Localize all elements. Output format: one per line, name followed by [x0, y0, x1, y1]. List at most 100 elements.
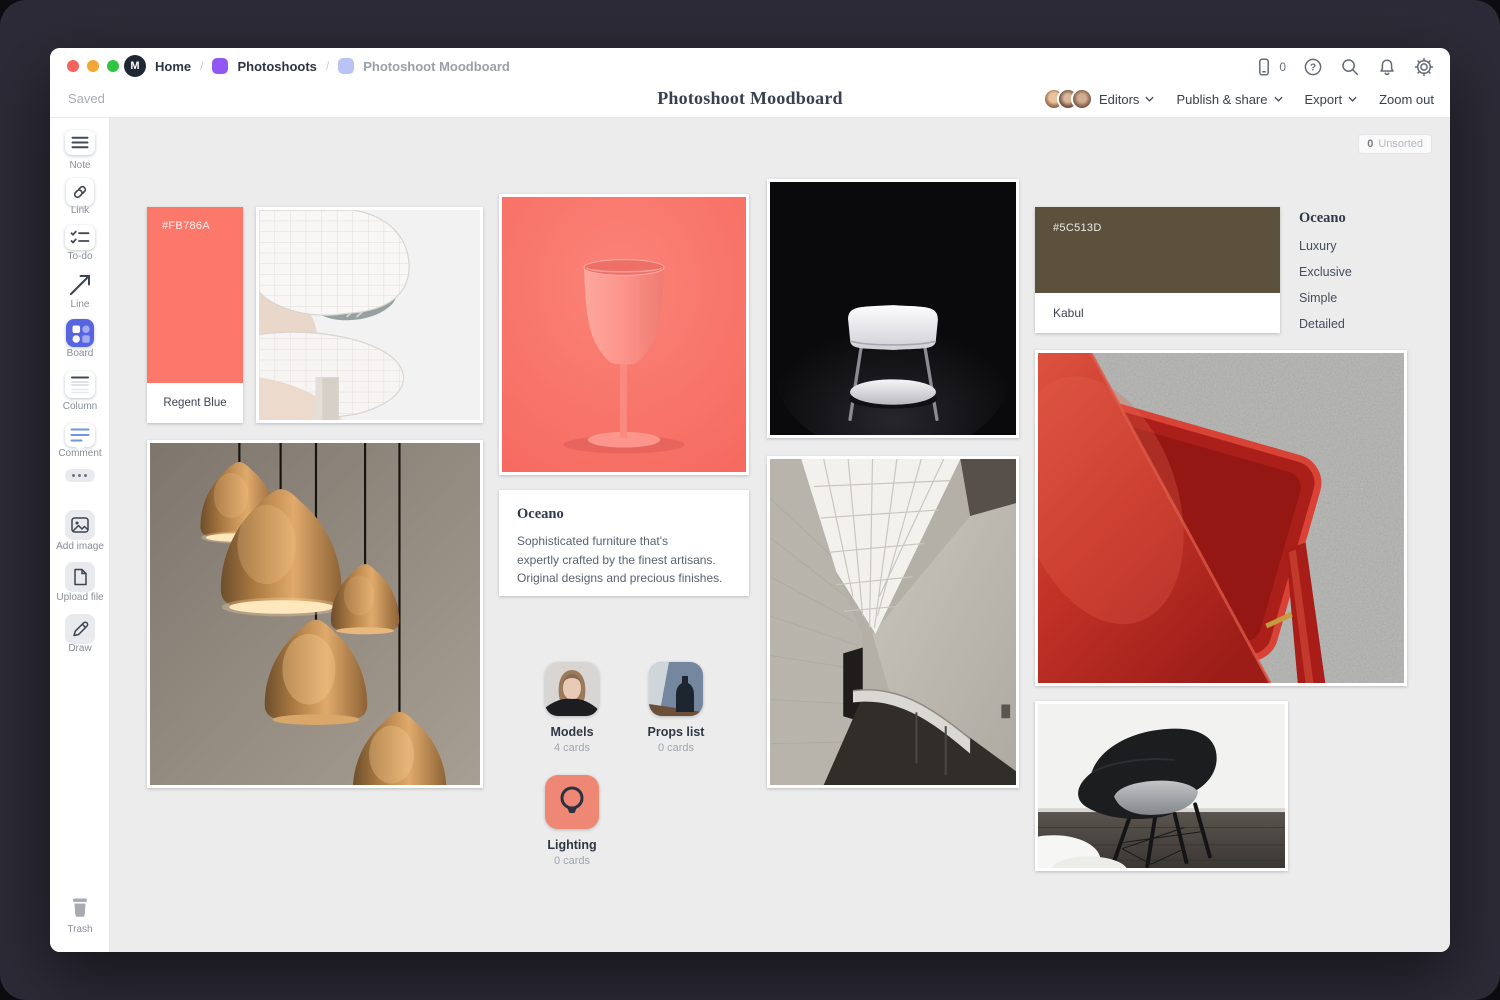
board-tool-button[interactable]	[66, 319, 94, 347]
comment-icon	[65, 423, 95, 447]
avatar	[1071, 88, 1093, 110]
trash-icon	[67, 894, 93, 920]
unsorted-count: 0	[1367, 138, 1373, 150]
color-name-label: Regent Blue	[147, 383, 243, 423]
help-icon[interactable]: ?	[1303, 57, 1323, 77]
list-item: Detailed	[1299, 317, 1449, 331]
todo-tool-button[interactable]	[65, 225, 95, 250]
breadcrumb-separator: /	[200, 59, 203, 73]
breadcrumb-home[interactable]: Home	[155, 59, 191, 74]
mobile-uploads-button[interactable]: 0	[1254, 57, 1286, 77]
board-link-models[interactable]: Models 4 cards	[517, 662, 627, 754]
image-card-red-chair[interactable]	[1035, 350, 1407, 686]
color-hex-label: #5C513D	[1035, 207, 1280, 234]
list-item: Luxury	[1299, 239, 1449, 253]
moodboard-board-icon[interactable]	[338, 58, 354, 74]
line-tool-label: Line	[50, 299, 110, 310]
mobile-phone-icon	[1254, 57, 1274, 77]
column-tool-button[interactable]	[65, 371, 95, 398]
black-chair-image	[1038, 704, 1285, 868]
publish-share-label: Publish & share	[1176, 92, 1267, 107]
todo-tool-label: To-do	[50, 251, 110, 262]
zoom-out-label: Zoom out	[1379, 92, 1434, 107]
color-hex-label: #FB786A	[147, 207, 243, 232]
more-dots-icon	[65, 469, 95, 482]
text-card-oceano-list[interactable]: Oceano Luxury Exclusive Simple Detailed	[1299, 210, 1449, 331]
board-count: 0 cards	[517, 855, 627, 867]
board-link-lighting[interactable]: Lighting 0 cards	[517, 775, 627, 867]
more-tools-button[interactable]	[65, 469, 95, 482]
notifications-bell-icon[interactable]	[1377, 57, 1397, 77]
chevron-down-icon	[1274, 96, 1283, 102]
link-tool-label: Link	[50, 205, 110, 216]
photoshoots-board-icon[interactable]	[212, 58, 228, 74]
minimize-window-icon[interactable]	[87, 60, 99, 72]
list-item: Simple	[1299, 291, 1449, 305]
color-card-kabul[interactable]: #5C513D Kabul	[1035, 207, 1280, 333]
lightbulb-icon	[545, 775, 599, 829]
link-tool-button[interactable]	[66, 178, 94, 206]
list-item: Exclusive	[1299, 265, 1449, 279]
upload-file-label: Upload file	[50, 592, 110, 603]
upload-file-button[interactable]	[65, 562, 95, 592]
trash-label: Trash	[50, 924, 110, 935]
unsorted-badge[interactable]: 0 Unsorted	[1358, 134, 1432, 154]
board-canvas[interactable]: 0 Unsorted #FB786A Regent Blue	[110, 118, 1450, 952]
add-image-button[interactable]	[65, 510, 95, 540]
image-card-coral-goblet[interactable]	[499, 194, 749, 475]
note-icon	[65, 130, 95, 155]
editors-label: Editors	[1099, 92, 1139, 107]
props-list-thumbnail	[649, 662, 703, 716]
link-icon	[66, 178, 94, 206]
header-actions: Editors Publish & share Export Zoom out	[1043, 86, 1434, 112]
board-icon	[66, 319, 94, 347]
board-count: 4 cards	[517, 742, 627, 754]
close-window-icon[interactable]	[67, 60, 79, 72]
list-title: Oceano	[1299, 210, 1449, 227]
settings-gear-icon[interactable]	[1414, 57, 1434, 77]
chevron-down-icon	[1348, 96, 1357, 102]
trash-button[interactable]	[67, 894, 93, 925]
board-name: Lighting	[517, 838, 627, 852]
milanote-logo-icon[interactable]: M	[124, 55, 146, 77]
publish-share-button[interactable]: Publish & share	[1176, 92, 1282, 107]
breadcrumb-photoshoots[interactable]: Photoshoots	[237, 59, 316, 74]
white-chair-image	[770, 182, 1016, 435]
red-chair-image	[1038, 353, 1404, 683]
search-icon[interactable]	[1340, 57, 1360, 77]
header-icon-row: 0 ?	[1254, 48, 1434, 86]
board-name: Props list	[621, 725, 731, 739]
editors-button[interactable]: Editors	[1043, 88, 1154, 110]
todo-icon	[65, 225, 95, 250]
chevron-down-icon	[1145, 96, 1154, 102]
image-card-pendant-lamps[interactable]	[147, 440, 483, 788]
models-thumbnail	[545, 662, 599, 716]
comment-tool-label: Comment	[50, 448, 110, 459]
line-arrow-icon	[67, 272, 93, 298]
export-label: Export	[1305, 92, 1343, 107]
text-card-oceano[interactable]: Oceano Sophisticated furniture that's ex…	[499, 490, 749, 596]
upload-file-icon	[65, 562, 95, 592]
mobile-uploads-count: 0	[1279, 60, 1286, 74]
draw-button[interactable]	[65, 614, 95, 644]
maximize-window-icon[interactable]	[107, 60, 119, 72]
column-icon	[65, 371, 95, 398]
comment-tool-button[interactable]	[65, 423, 95, 447]
corridor-image	[770, 459, 1016, 785]
board-link-props-list[interactable]: Props list 0 cards	[621, 662, 731, 754]
lighting-thumbnail	[545, 775, 599, 829]
window-controls	[67, 60, 119, 72]
image-card-black-chair[interactable]	[1035, 701, 1288, 871]
note-tool-button[interactable]	[65, 130, 95, 155]
image-card-architecture[interactable]	[256, 207, 483, 423]
color-swatch: #FB786A	[147, 207, 243, 383]
image-card-white-chair[interactable]	[767, 179, 1019, 438]
export-button[interactable]: Export	[1305, 92, 1358, 107]
color-card-regent-blue[interactable]: #FB786A Regent Blue	[147, 207, 243, 423]
add-image-label: Add image	[50, 541, 110, 552]
coral-goblet-image	[502, 197, 746, 472]
zoom-out-button[interactable]: Zoom out	[1379, 92, 1434, 107]
add-image-icon	[65, 510, 95, 540]
app-window: M Home / Photoshoots / Photoshoot Moodbo…	[50, 48, 1450, 952]
image-card-corridor[interactable]	[767, 456, 1019, 788]
